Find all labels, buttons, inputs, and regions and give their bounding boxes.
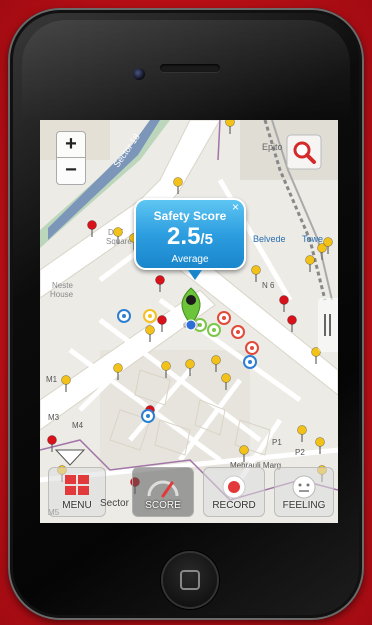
- label-dlf-square: Square: [106, 237, 132, 246]
- label-p2: P2: [295, 448, 305, 457]
- gauge-icon: [147, 480, 179, 498]
- label-m1: M1: [46, 375, 58, 384]
- label-tower: Towe: [302, 234, 323, 244]
- label-epitome: Epito: [262, 142, 283, 152]
- feeling-marker[interactable]: [243, 355, 257, 369]
- app-screen: DLF Square Neste House Epito Belvede Tow…: [40, 120, 338, 523]
- feeling-label: FEELING: [282, 500, 326, 511]
- feeling-marker[interactable]: [245, 341, 259, 355]
- feeling-marker[interactable]: [117, 309, 131, 323]
- zoom-out-button[interactable]: −: [57, 158, 85, 184]
- home-button[interactable]: [161, 551, 219, 609]
- feeling-marker[interactable]: [143, 309, 157, 323]
- record-button[interactable]: RECORD: [203, 467, 265, 517]
- handle-line: [324, 314, 326, 336]
- feeling-button[interactable]: FEELING: [274, 467, 334, 517]
- label-p1: P1: [272, 438, 282, 447]
- label-house: House: [50, 290, 74, 299]
- bottom-toolbar: MENU SCORE RECORD FEELING Sector: [40, 463, 338, 523]
- label-n6: N 6: [262, 281, 275, 290]
- record-label: RECORD: [212, 500, 256, 511]
- record-icon: [222, 475, 246, 499]
- label-sector: Sector: [100, 498, 129, 509]
- score-button[interactable]: SCORE: [132, 467, 194, 517]
- safety-score-value: 2.5/5: [136, 223, 244, 254]
- speaker-grille: [160, 64, 220, 72]
- feeling-marker[interactable]: [207, 323, 221, 337]
- menu-grid-icon: [65, 475, 89, 495]
- face-icon: [292, 475, 316, 499]
- safety-rating: Average: [171, 254, 209, 265]
- search-button[interactable]: [286, 134, 322, 170]
- close-icon[interactable]: ×: [232, 200, 239, 214]
- popup-pointer: [188, 270, 202, 280]
- feeling-marker[interactable]: [141, 409, 155, 423]
- menu-label: MENU: [62, 500, 92, 511]
- home-icon: [180, 570, 200, 590]
- feeling-marker[interactable]: [217, 311, 231, 325]
- side-panel-handle[interactable]: [318, 298, 338, 352]
- label-belvedere: Belvede: [253, 234, 286, 244]
- popup-title: Safety Score: [153, 209, 227, 223]
- label-neste: Neste: [52, 281, 73, 290]
- search-icon: [286, 134, 322, 170]
- score-label: SCORE: [145, 500, 181, 511]
- zoom-control: + −: [56, 131, 86, 185]
- safety-score-popup[interactable]: × Safety Score 2.5/5 Average: [134, 198, 246, 270]
- camera-lens: [133, 68, 145, 80]
- zoom-in-button[interactable]: +: [57, 132, 85, 158]
- label-m4: M4: [72, 421, 84, 430]
- feeling-marker[interactable]: [231, 325, 245, 339]
- score-number: 2.5: [167, 223, 201, 250]
- score-denominator: /5: [200, 231, 213, 248]
- handle-line: [329, 314, 331, 336]
- label-m3: M3: [48, 413, 60, 422]
- menu-button[interactable]: MENU: [48, 467, 106, 517]
